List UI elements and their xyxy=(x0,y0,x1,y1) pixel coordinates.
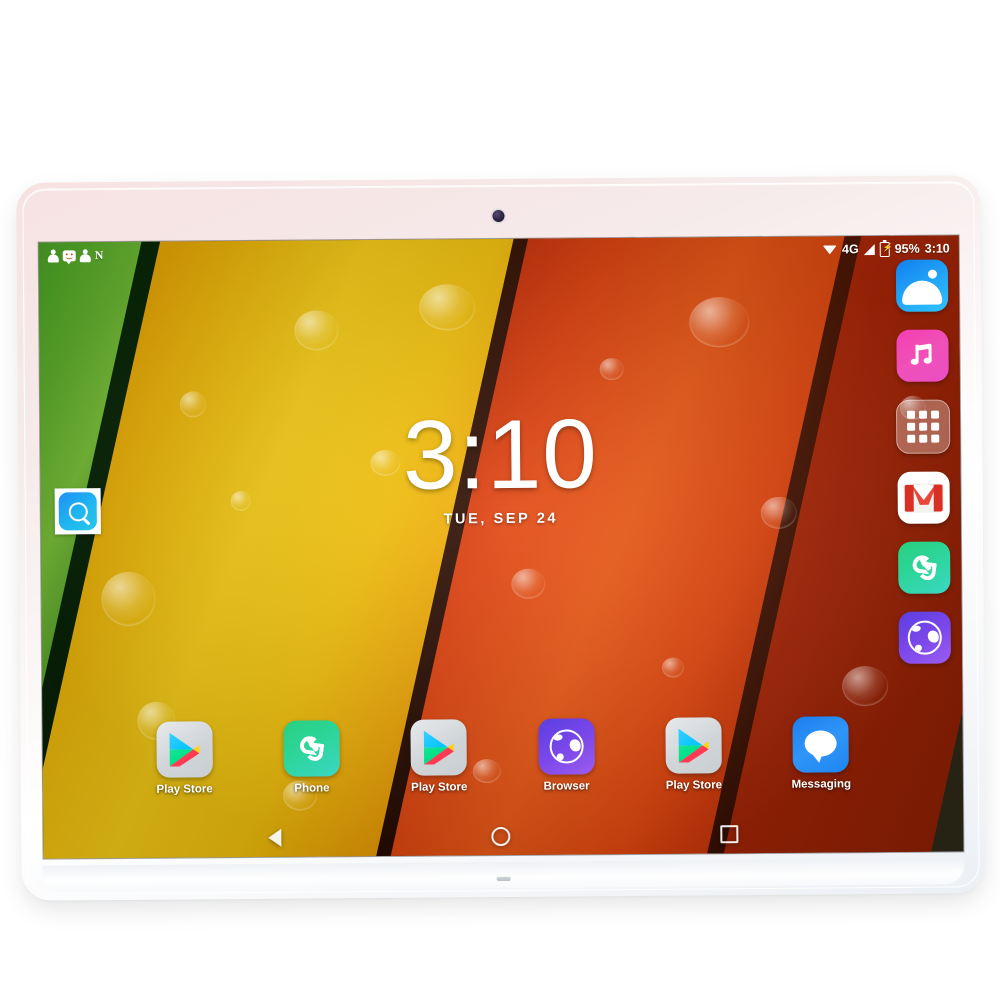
contact-icon-2 xyxy=(80,249,91,262)
dock-label: Browser xyxy=(543,780,590,793)
app-drawer-icon xyxy=(907,410,940,443)
network-type-label: 4G xyxy=(841,242,859,257)
water-droplet xyxy=(689,297,750,348)
play-store-icon[interactable] xyxy=(665,717,722,774)
back-icon[interactable] xyxy=(268,828,282,847)
browser-icon xyxy=(907,620,942,655)
play-store-icon[interactable] xyxy=(156,721,213,778)
dock: Play Store Phone Play Store Browser Play… xyxy=(42,715,963,796)
music-icon xyxy=(910,343,934,368)
sidebar-item-apps[interactable] xyxy=(895,399,951,454)
status-bar-right: 4G ⚡ 95% 3:10 xyxy=(822,241,950,257)
battery-percent-label: 95% xyxy=(894,241,920,256)
gallery-icon xyxy=(927,269,937,279)
home-icon[interactable] xyxy=(491,826,511,846)
dock-item-browser[interactable]: Browser xyxy=(502,718,630,793)
water-droplet xyxy=(101,571,156,627)
browser-icon[interactable] xyxy=(538,718,595,775)
dock-label: Messaging xyxy=(791,778,852,791)
clock-time: 3:10 xyxy=(402,398,599,510)
status-bar-left: N xyxy=(48,248,104,263)
tablet-screen: N 4G ⚡ 95% 3:10 3:10 TUE, SEP 24 Play St… xyxy=(38,235,964,859)
gallery-icon-hill xyxy=(901,280,943,305)
dock-item-messaging[interactable]: Messaging xyxy=(757,716,885,791)
tablet-device: N 4G ⚡ 95% 3:10 3:10 TUE, SEP 24 Play St… xyxy=(19,178,983,898)
dock-label: Phone xyxy=(294,782,330,795)
water-droplet xyxy=(842,665,889,707)
sidebar-item-browser[interactable] xyxy=(898,611,951,664)
water-droplet xyxy=(294,310,339,351)
battery-charging-icon: ⚡ xyxy=(879,241,892,257)
dock-item-play-store[interactable]: Play Store xyxy=(120,721,248,796)
navigation-bar xyxy=(43,813,963,858)
recents-icon[interactable] xyxy=(720,825,739,844)
nfc-icon: N xyxy=(94,248,104,263)
front-camera xyxy=(492,209,505,223)
dock-item-phone[interactable]: Phone xyxy=(248,720,376,795)
dock-label: Play Store xyxy=(156,783,213,796)
signal-icon xyxy=(863,243,875,255)
sidebar-item-music[interactable] xyxy=(896,329,949,382)
sidebar xyxy=(895,259,952,664)
magnifier-icon xyxy=(68,501,88,521)
dock-label: Play Store xyxy=(411,781,468,794)
status-bar-clock: 3:10 xyxy=(924,241,950,256)
dock-item-play-store-3[interactable]: Play Store xyxy=(630,717,758,792)
play-store-icon[interactable] xyxy=(410,719,468,776)
phone-icon[interactable] xyxy=(283,720,340,777)
sidebar-item-gmail[interactable] xyxy=(897,471,950,524)
contact-icon xyxy=(48,249,59,262)
dock-item-play-store-2[interactable]: Play Store xyxy=(375,719,503,794)
water-droplet xyxy=(599,358,624,381)
phone-icon xyxy=(911,554,938,581)
water-droplet xyxy=(511,568,546,599)
gmail-icon xyxy=(904,484,943,512)
sidebar-item-gallery[interactable] xyxy=(895,259,949,312)
dock-label: Play Store xyxy=(665,779,723,792)
search-icon[interactable] xyxy=(58,492,97,531)
water-droplet xyxy=(661,657,685,678)
wifi-icon xyxy=(822,244,838,254)
message-icon xyxy=(62,249,76,261)
screenshot-stage: N 4G ⚡ 95% 3:10 3:10 TUE, SEP 24 Play St… xyxy=(0,0,1000,1000)
messaging-icon[interactable] xyxy=(792,716,850,773)
sidebar-item-phone[interactable] xyxy=(898,541,951,594)
search-widget[interactable] xyxy=(54,488,101,535)
water-droplet xyxy=(419,284,476,331)
bottom-bezel-detail xyxy=(496,875,511,882)
clock-widget[interactable]: 3:10 TUE, SEP 24 xyxy=(40,398,961,530)
